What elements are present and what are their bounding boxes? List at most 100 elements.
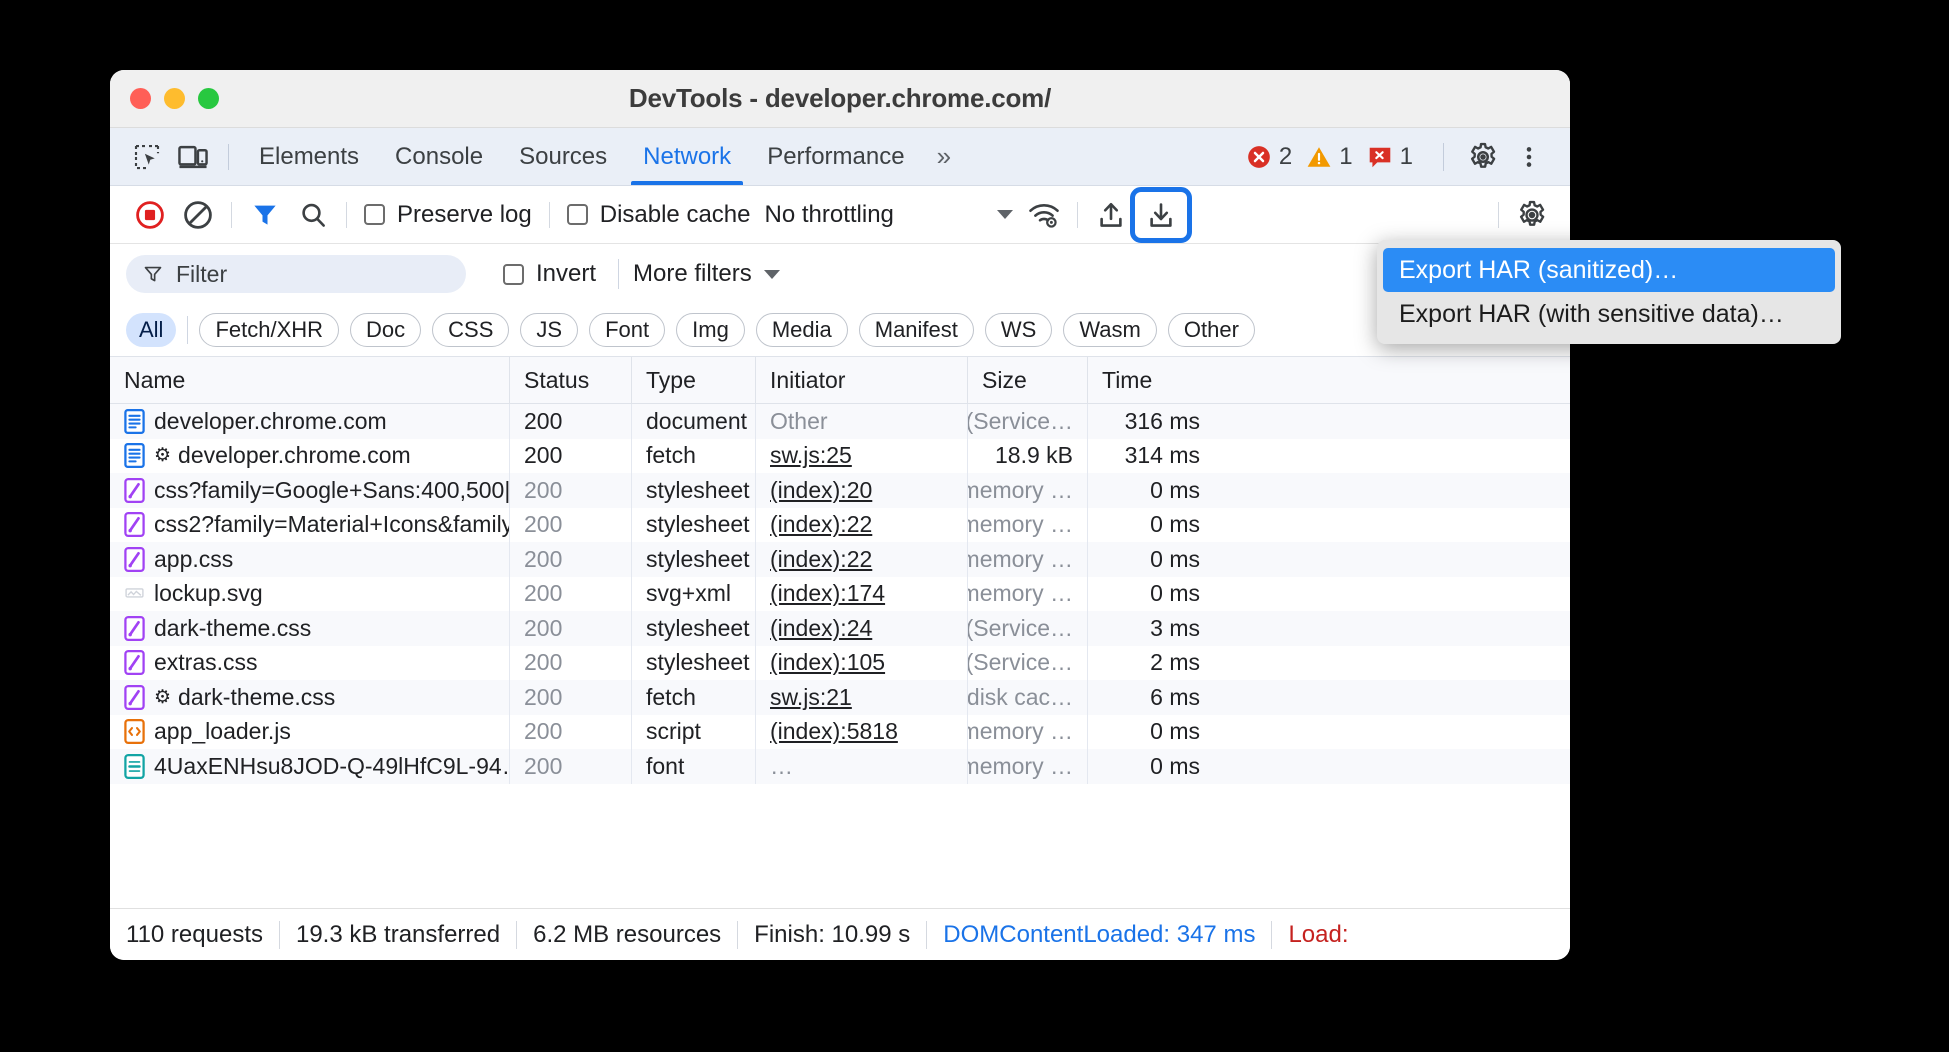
device-toolbar-icon[interactable] <box>170 137 216 177</box>
initiator-link[interactable]: (index):5818 <box>770 718 898 745</box>
type-filter-img[interactable]: Img <box>676 313 745 347</box>
search-icon[interactable] <box>289 194 337 236</box>
error-badge[interactable]: 2 <box>1246 143 1302 171</box>
window-titlebar: DevTools - developer.chrome.com/ <box>110 70 1570 128</box>
initiator-link[interactable]: (index):22 <box>770 511 872 538</box>
gear-icon[interactable] <box>1460 137 1506 177</box>
tab-network[interactable]: Network <box>625 128 749 185</box>
cell-time: 0 ms <box>1088 508 1214 543</box>
initiator-link[interactable]: sw.js:21 <box>770 684 852 711</box>
table-row[interactable]: app_loader.js200script(index):5818(memor… <box>110 715 1570 750</box>
cell-initiator[interactable]: (index):22 <box>756 542 968 577</box>
record-stop-icon[interactable] <box>126 194 174 236</box>
column-header-size[interactable]: Size <box>968 357 1088 403</box>
cell-status: 200 <box>510 715 632 750</box>
issue-badge[interactable]: 1 <box>1367 143 1423 171</box>
warning-triangle-icon <box>1306 144 1332 170</box>
table-row[interactable]: lockup.svg200svg+xml(index):174(memory …… <box>110 577 1570 612</box>
throttling-dropdown[interactable]: No throttling <box>758 201 893 229</box>
initiator-link[interactable]: (index):22 <box>770 546 872 573</box>
type-filter-doc[interactable]: Doc <box>350 313 421 347</box>
cell-type: script <box>632 715 756 750</box>
warning-badge[interactable]: 1 <box>1306 143 1362 171</box>
cell-initiator[interactable]: (index):24 <box>756 611 968 646</box>
more-filters-dropdown[interactable]: More filters <box>633 260 780 288</box>
invert-box[interactable] <box>503 264 524 285</box>
cell-initiator[interactable]: sw.js:25 <box>756 439 968 474</box>
cell-status: 200 <box>510 404 632 439</box>
disable-cache-checkbox[interactable]: Disable cache <box>559 201 759 229</box>
tab-console[interactable]: Console <box>377 128 501 185</box>
column-header-initiator[interactable]: Initiator <box>756 357 968 403</box>
type-filter-all[interactable]: All <box>126 313 176 347</box>
network-settings-gear-icon[interactable] <box>1508 194 1556 236</box>
cell-initiator[interactable]: (index):5818 <box>756 715 968 750</box>
table-header-row: Name Status Type Initiator Size Time <box>110 356 1570 404</box>
preserve-log-checkbox[interactable]: Preserve log <box>356 201 540 229</box>
table-row[interactable]: 4UaxENHsu8JOD-Q-49lHfC9L-94…200font…(mem… <box>110 749 1570 784</box>
column-header-time[interactable]: Time <box>1088 357 1214 403</box>
window-title: DevTools - developer.chrome.com/ <box>110 83 1570 114</box>
cell-initiator[interactable]: (index):22 <box>756 508 968 543</box>
disable-cache-box[interactable] <box>567 204 588 225</box>
cell-type: fetch <box>632 680 756 715</box>
type-filter-fetch-xhr[interactable]: Fetch/XHR <box>199 313 339 347</box>
type-filter-js[interactable]: JS <box>520 313 578 347</box>
cell-initiator[interactable]: (index):105 <box>756 646 968 681</box>
wifi-settings-icon[interactable] <box>1020 194 1068 236</box>
tab-sources[interactable]: Sources <box>501 128 625 185</box>
type-filter-wasm[interactable]: Wasm <box>1063 313 1157 347</box>
export-har-button[interactable] <box>1135 192 1187 238</box>
cell-name: extras.css <box>110 646 510 681</box>
type-filter-font[interactable]: Font <box>589 313 665 347</box>
cell-size: (memory … <box>968 577 1088 612</box>
table-row[interactable]: app.css200stylesheet(index):22(memory …0… <box>110 542 1570 577</box>
initiator-link[interactable]: (index):174 <box>770 580 885 607</box>
tab-elements[interactable]: Elements <box>241 128 377 185</box>
table-row[interactable]: developer.chrome.com200documentOther(Ser… <box>110 404 1570 439</box>
cell-initiator[interactable]: sw.js:21 <box>756 680 968 715</box>
cell-initiator[interactable]: (index):20 <box>756 473 968 508</box>
menu-item-export-har-sanitized[interactable]: Export HAR (sanitized)… <box>1383 248 1835 292</box>
more-vertical-icon[interactable] <box>1506 137 1552 177</box>
upload-icon[interactable] <box>1087 194 1135 236</box>
initiator-link[interactable]: (index):105 <box>770 649 885 676</box>
cell-initiator[interactable]: (index):174 <box>756 577 968 612</box>
cell-name: css2?family=Material+Icons&family=… <box>110 508 510 543</box>
column-header-name[interactable]: Name <box>110 357 510 403</box>
type-filter-manifest[interactable]: Manifest <box>859 313 974 347</box>
column-header-type[interactable]: Type <box>632 357 756 403</box>
disable-cache-label: Disable cache <box>600 201 751 229</box>
toolbar-divider-1 <box>231 202 232 228</box>
table-row[interactable]: dark-theme.css200stylesheet(index):24(Se… <box>110 611 1570 646</box>
table-row[interactable]: extras.css200stylesheet(index):105(Servi… <box>110 646 1570 681</box>
table-row[interactable]: ⚙dark-theme.css200fetchsw.js:21(disk cac… <box>110 680 1570 715</box>
network-toolbar: Preserve log Disable cache No throttling <box>110 186 1570 244</box>
column-header-status[interactable]: Status <box>510 357 632 403</box>
preserve-log-box[interactable] <box>364 204 385 225</box>
clear-icon[interactable] <box>174 194 222 236</box>
menu-item-export-har-sensitive[interactable]: Export HAR (with sensitive data)… <box>1383 292 1835 336</box>
initiator-link[interactable]: sw.js:25 <box>770 442 852 469</box>
table-row[interactable]: ⚙developer.chrome.com200fetchsw.js:2518.… <box>110 439 1570 474</box>
more-tabs-icon[interactable]: » <box>923 141 962 172</box>
invert-checkbox[interactable]: Invert <box>495 260 604 288</box>
type-filter-css[interactable]: CSS <box>432 313 509 347</box>
initiator-link[interactable]: (index):20 <box>770 477 872 504</box>
script-icon <box>124 719 145 744</box>
table-row[interactable]: css?family=Google+Sans:400,500|R…200styl… <box>110 473 1570 508</box>
filter-funnel-icon[interactable] <box>241 194 289 236</box>
type-filter-media[interactable]: Media <box>756 313 848 347</box>
inspect-element-icon[interactable] <box>124 137 170 177</box>
chevron-down-icon[interactable] <box>990 194 1020 236</box>
cell-status: 200 <box>510 577 632 612</box>
initiator-link[interactable]: (index):24 <box>770 615 872 642</box>
type-filter-other[interactable]: Other <box>1168 313 1255 347</box>
request-name: css?family=Google+Sans:400,500|R… <box>154 477 510 504</box>
cell-status: 200 <box>510 680 632 715</box>
search-input[interactable]: Filter <box>126 255 466 293</box>
type-filter-ws[interactable]: WS <box>985 313 1052 347</box>
tab-performance[interactable]: Performance <box>749 128 922 185</box>
table-row[interactable]: css2?family=Material+Icons&family=…200st… <box>110 508 1570 543</box>
cell-time: 0 ms <box>1088 473 1214 508</box>
